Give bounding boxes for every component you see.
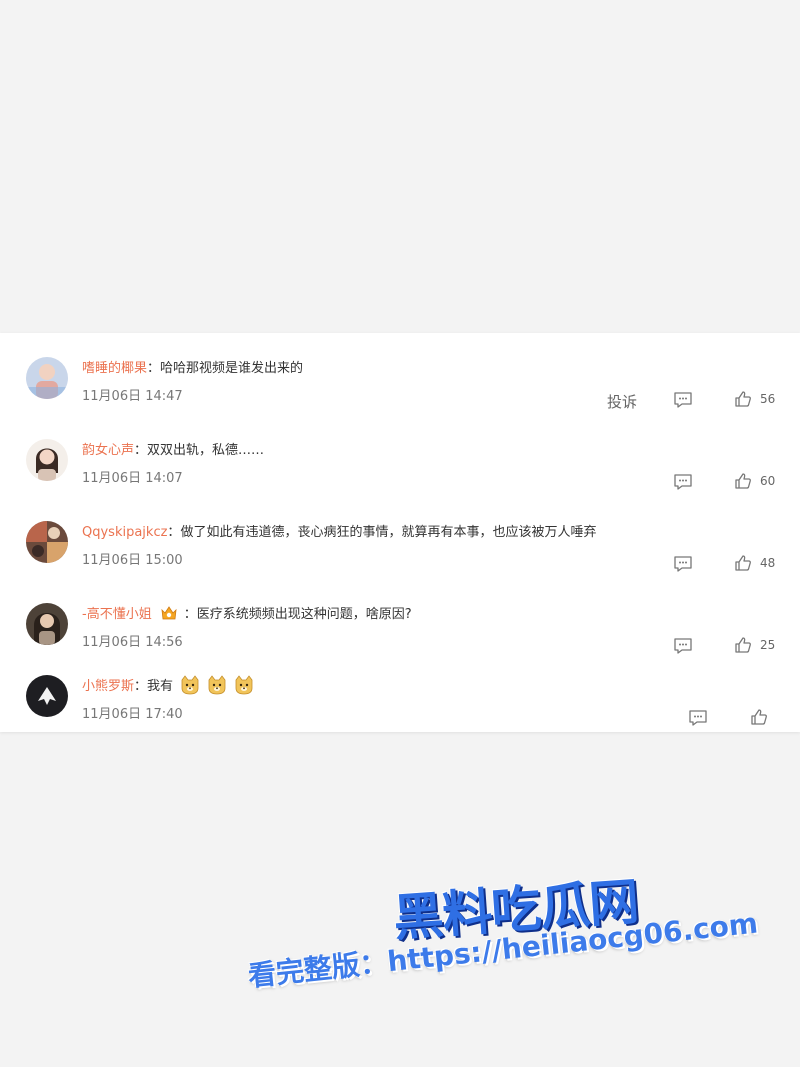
separator: ： [134,679,148,694]
separator: ： [183,607,197,622]
username[interactable]: 韵女心声 [82,443,134,458]
thumbs-up-icon[interactable] [734,390,752,408]
separator: ： [167,525,181,540]
comment-bubble-icon[interactable] [673,391,693,409]
comment-item: 嗜睡的椰果：哈哈那视频是谁发出来的 11月06日 14:47 投诉 56 [0,345,800,425]
username[interactable]: Qqyskipajkcz [82,525,167,540]
doge-emoji-icon [181,675,199,695]
timestamp: 11月06日 17:40 [82,707,183,722]
doge-emoji-icon [208,675,226,695]
fan-badge-icon [161,606,177,620]
comment-text: 我有 [147,679,174,694]
separator: ： [147,361,161,376]
comment-list: 嗜睡的椰果：哈哈那视频是谁发出来的 11月06日 14:47 投诉 56 韵女心… [0,333,800,732]
comment-item: 小熊罗斯：我有 11月06日 17:40 [0,663,800,743]
thumbs-up-icon[interactable] [750,708,768,726]
username[interactable]: 小熊罗斯 [82,679,134,694]
like-count: 25 [760,638,776,652]
avatar[interactable] [26,675,68,717]
comment-text: 做了如此有违道德，丧心病狂的事情，就算再有本事，也应该被万人唾弃 [180,525,597,540]
timestamp: 11月06日 14:47 [82,389,183,404]
comment-item: 韵女心声：双双出轨，私德…… 11月06日 14:07 60 [0,427,800,507]
avatar[interactable] [26,603,68,645]
like-count: 60 [760,474,776,488]
timestamp: 11月06日 15:00 [82,553,183,568]
comment-text: 哈哈那视频是谁发出来的 [160,361,304,376]
like-count: 56 [760,392,776,406]
comment-bubble-icon[interactable] [688,709,708,727]
comment-item: Qqyskipajkcz：做了如此有违道德，丧心病狂的事情，就算再有本事，也应该… [0,509,800,589]
comment-bubble-icon[interactable] [673,473,693,491]
comment-bubble-icon[interactable] [673,555,693,573]
comment-text: 医疗系统频频出现这种问题，啥原因? [196,607,412,622]
comment-text: 双双出轨，私德…… [147,443,265,458]
avatar[interactable] [26,357,68,399]
comment-bubble-icon[interactable] [673,637,693,655]
avatar[interactable] [26,521,68,563]
doge-emoji-icon [236,675,253,695]
report-button[interactable]: 投诉 [607,391,637,412]
thumbs-up-icon[interactable] [734,472,752,490]
comment-item: -高不懂小姐 ：医疗系统频频出现这种问题，啥原因? 11月06日 14:56 2… [0,591,800,671]
timestamp: 11月06日 14:07 [82,471,183,486]
username[interactable]: -高不懂小姐 [82,607,152,622]
like-count: 48 [760,556,776,570]
thumbs-up-icon[interactable] [734,554,752,572]
avatar[interactable] [26,439,68,481]
thumbs-up-icon[interactable] [734,636,752,654]
separator: ： [134,443,148,458]
username[interactable]: 嗜睡的椰果 [82,361,147,376]
timestamp: 11月06日 14:56 [82,635,183,650]
